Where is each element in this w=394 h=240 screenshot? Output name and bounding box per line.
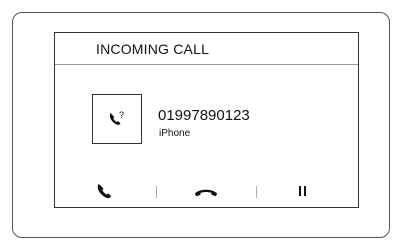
svg-text:?: ? <box>119 110 124 120</box>
unknown-caller-icon: ? <box>109 110 124 125</box>
hold-button[interactable] <box>292 181 316 201</box>
decline-button[interactable] <box>193 181 217 201</box>
phone-hangup-icon <box>195 189 217 197</box>
phone-answer-icon <box>97 184 112 199</box>
caller-avatar: ? <box>92 94 142 144</box>
answer-button[interactable] <box>95 181 119 201</box>
incoming-call-dialog: INCOMING CALL ? 01997890123 iPhone <box>54 32 359 208</box>
action-separator <box>256 186 257 198</box>
pause-icon <box>299 186 306 196</box>
caller-number: 01997890123 <box>158 107 250 124</box>
dialog-title: INCOMING CALL <box>96 41 210 57</box>
action-separator <box>156 186 157 198</box>
dialog-header: INCOMING CALL <box>55 33 358 65</box>
device-name: iPhone <box>159 128 191 139</box>
